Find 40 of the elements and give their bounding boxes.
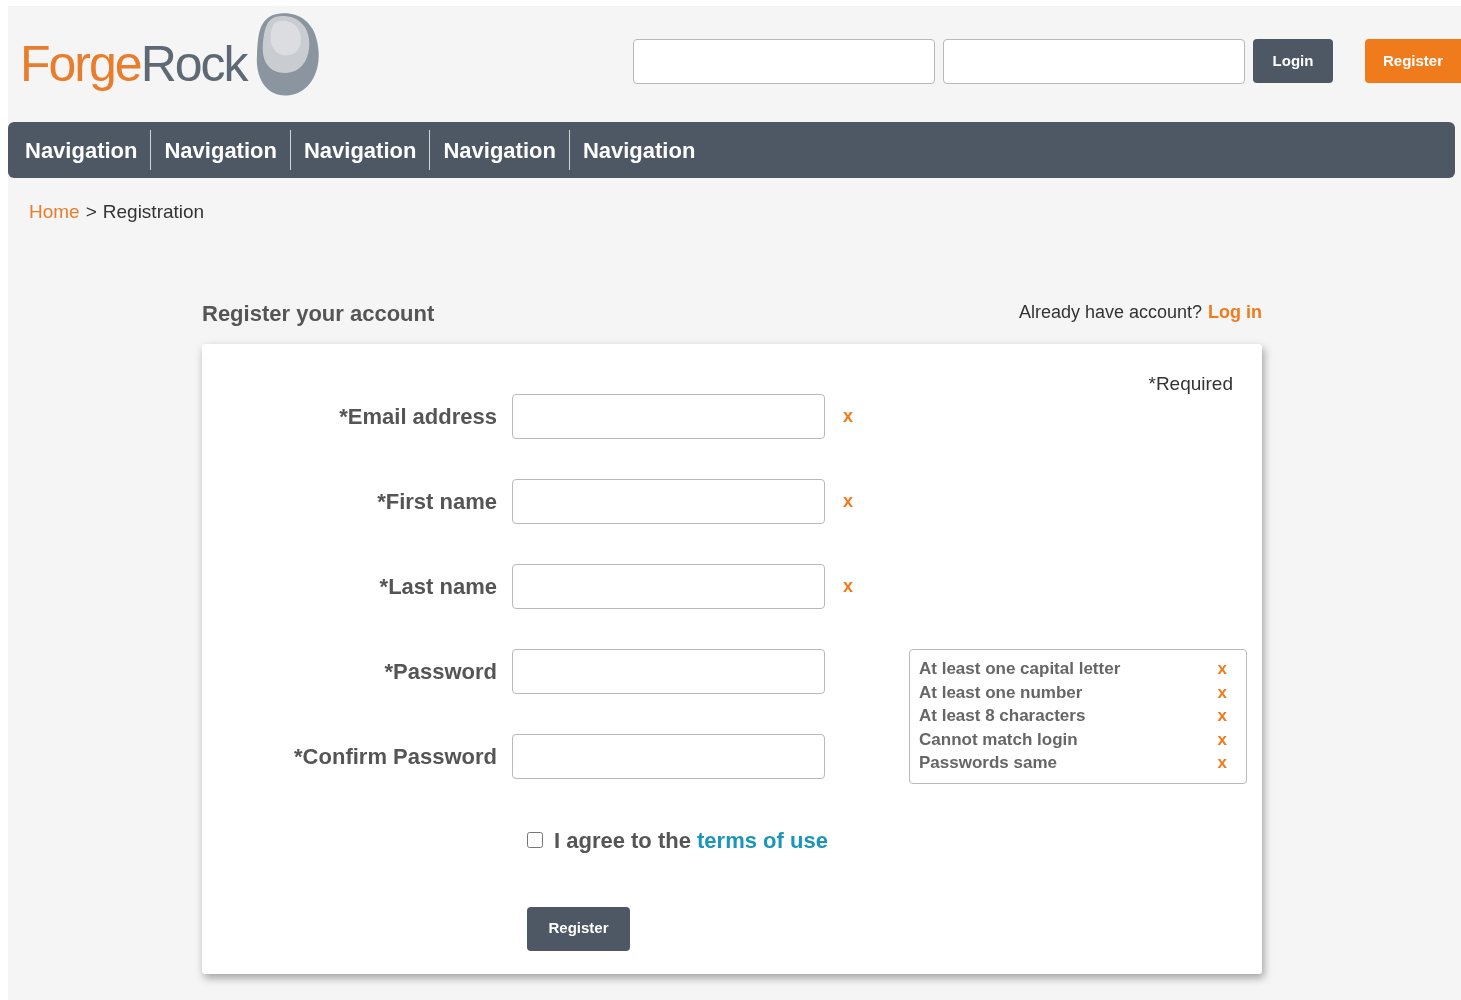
nav-link[interactable]: Navigation	[430, 133, 569, 167]
password-field[interactable]	[943, 38, 1245, 84]
breadcrumb-current: Registration	[102, 200, 205, 224]
invalid-marker: x	[1217, 658, 1227, 681]
text-field[interactable]	[512, 478, 825, 524]
requirement-text: At least one number	[919, 681, 1083, 704]
field-label: *Confirm Password	[293, 742, 498, 771]
page-title: Register your account	[202, 299, 435, 328]
username-field[interactable]	[633, 38, 935, 84]
nav-link[interactable]: Navigation	[290, 133, 430, 167]
nav-link[interactable]: Navigation	[569, 133, 709, 167]
requirement-text: At least 8 characters	[919, 705, 1086, 728]
invalid-marker: x	[1217, 728, 1227, 751]
submit-register-button[interactable]: Register	[527, 906, 630, 951]
login-prompt: Already have account?	[1018, 300, 1202, 324]
text-field[interactable]	[512, 648, 825, 694]
invalid-marker: x	[1217, 705, 1227, 728]
nav-link[interactable]: Navigation	[12, 133, 151, 167]
login-button[interactable]: Login	[1253, 39, 1333, 83]
agree-text: I agree to the terms of use	[554, 826, 828, 855]
nav-link[interactable]: Navigation	[151, 133, 290, 167]
required-note: *Required	[1148, 371, 1233, 396]
field-label: *Password	[383, 657, 498, 686]
invalid-marker: x	[1217, 752, 1227, 774]
text-field[interactable]	[512, 563, 825, 609]
invalid-marker: x	[843, 574, 853, 598]
invalid-marker: x	[843, 404, 853, 428]
invalid-marker: x	[1217, 681, 1227, 704]
text-field[interactable]	[512, 393, 825, 439]
requirement-text: Cannot match login	[919, 728, 1078, 751]
logo-wordmark: ForgeRock	[20, 39, 247, 89]
breadcrumb-separator: >	[85, 200, 97, 224]
field-label: *Email address	[338, 402, 498, 431]
invalid-marker: x	[843, 489, 853, 513]
agree-checkbox[interactable]	[527, 832, 543, 848]
requirement-text: Passwords same	[919, 752, 1057, 774]
requirement-text: At least one capital letter	[919, 658, 1121, 681]
text-field[interactable]	[512, 733, 825, 779]
field-label: *First name	[376, 487, 498, 516]
field-label: *Last name	[378, 572, 498, 601]
